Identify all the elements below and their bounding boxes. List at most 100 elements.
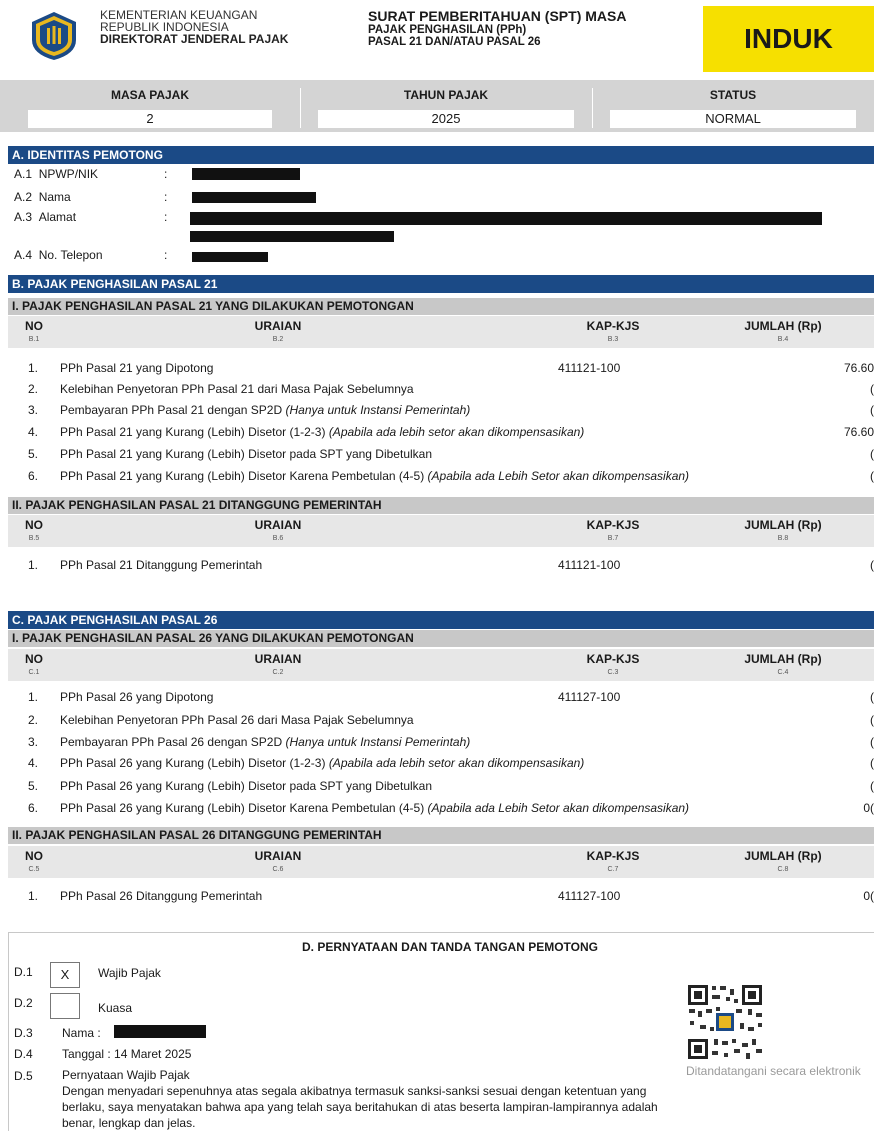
row-note: (Apabila ada lebih setor akan dikompensa… <box>328 756 585 770</box>
table-row: 5. PPh Pasal 21 yang Kurang (Lebih) Dise… <box>8 444 874 464</box>
header-no: NO <box>25 849 43 863</box>
table-header: NO URAIAN KAP-KJS JUMLAH (Rp) B.5 B.6 B.… <box>8 515 874 547</box>
tahun-pajak-group: TAHUN PAJAK 2025 <box>300 80 592 132</box>
row-amount: ( <box>870 403 874 417</box>
row-number: 3. <box>28 403 39 417</box>
row-kap: 411121-100 <box>558 558 621 572</box>
field-colon: : <box>164 248 168 262</box>
redacted-npwp <box>192 168 300 180</box>
row-note: (Apabila ada Lebih Setor akan dikompensa… <box>427 801 690 815</box>
field-code: A.3 <box>14 210 33 224</box>
table-row: 2. Kelebihan Penyetoran PPh Pasal 26 dar… <box>8 710 874 730</box>
code-no: C.1 <box>28 669 40 676</box>
header-jumlah: JUMLAH (Rp) <box>744 518 822 532</box>
redacted-telepon <box>192 252 268 262</box>
row-number: 4. <box>28 425 39 439</box>
row-number: 1. <box>28 558 39 572</box>
table-row: 1. PPh Pasal 21 yang Dipotong 411121-100… <box>8 358 874 378</box>
tahun-pajak-label: TAHUN PAJAK <box>403 88 489 102</box>
row-amount: ( <box>870 690 874 704</box>
row-description: PPh Pasal 26 yang Dipotong <box>60 690 214 704</box>
row-kap: 411127-100 <box>558 889 621 903</box>
row-kap: 411127-100 <box>558 690 621 704</box>
ministry-name: KEMENTERIAN KEUANGAN REPUBLIK INDONESIA … <box>100 9 288 45</box>
header-jumlah: JUMLAH (Rp) <box>744 319 822 333</box>
redacted-nama <box>192 192 316 203</box>
row-amount: ( <box>870 779 874 793</box>
section-b-part2-title: II. PAJAK PENGHASILAN PASAL 21 DITANGGUN… <box>8 497 874 514</box>
header-kap: KAP-KJS <box>586 652 640 666</box>
row-number: 1. <box>28 361 39 375</box>
field-colon: : <box>164 210 168 224</box>
row-description: PPh Pasal 21 yang Kurang (Lebih) Disetor… <box>60 425 329 439</box>
field-code: A.4 <box>14 248 33 262</box>
kuasa-label: Kuasa <box>98 1001 133 1015</box>
section-c-part1-title: I. PAJAK PENGHASILAN PASAL 26 YANG DILAK… <box>8 630 874 647</box>
code-no: B.5 <box>28 535 40 542</box>
row-description: PPh Pasal 26 Ditanggung Pemerintah <box>60 889 263 903</box>
wajib-pajak-checkbox[interactable]: X <box>50 962 80 988</box>
wajib-pajak-label: Wajib Pajak <box>98 966 161 980</box>
row-number: 1. <box>28 889 39 903</box>
table-header: NO URAIAN KAP-KJS JUMLAH (Rp) C.5 C.6 C.… <box>8 846 874 878</box>
table-row: 2. Kelebihan Penyetoran PPh Pasal 21 dar… <box>8 379 874 399</box>
row-number: 1. <box>28 690 39 704</box>
table-row: 1. PPh Pasal 26 yang Dipotong 411127-100… <box>8 687 874 707</box>
electronic-signature-note: Ditandatangani secara elektronik <box>686 1064 861 1078</box>
form-title-line-2: PAJAK PENGHASILAN (PPh) <box>368 24 527 36</box>
masa-pajak-value: 2 <box>28 110 272 128</box>
code-kap: B.3 <box>607 336 619 343</box>
row-description: PPh Pasal 26 yang Kurang (Lebih) Disetor… <box>60 801 428 815</box>
field-label: Alamat <box>38 210 77 224</box>
status-group: STATUS NORMAL <box>592 80 874 132</box>
table-row: 1. PPh Pasal 21 Ditanggung Pemerintah 41… <box>8 555 874 575</box>
code-uraian: B.6 <box>272 535 284 542</box>
row-amount: 0( <box>863 801 874 815</box>
table-row: 1. PPh Pasal 26 Ditanggung Pemerintah 41… <box>8 886 874 906</box>
table-row: 5. PPh Pasal 26 yang Kurang (Lebih) Dise… <box>8 776 874 796</box>
code-uraian: B.2 <box>272 336 284 343</box>
row-note: (Hanya untuk Instansi Pemerintah) <box>285 403 471 417</box>
table-row: 4. PPh Pasal 26 yang Kurang (Lebih) Dise… <box>8 753 874 773</box>
code-kap: C.3 <box>607 669 619 676</box>
header-jumlah: JUMLAH (Rp) <box>744 849 822 863</box>
row-note: (Apabila ada Lebih Setor akan dikompensa… <box>427 469 690 483</box>
table-row: 4. PPh Pasal 21 yang Kurang (Lebih) Dise… <box>8 422 874 442</box>
row-amount: ( <box>870 735 874 749</box>
kuasa-checkbox[interactable] <box>50 993 80 1019</box>
field-code: A.1 <box>14 167 33 181</box>
row-description: Pembayaran PPh Pasal 26 dengan SP2D <box>60 735 286 749</box>
row-description: PPh Pasal 21 yang Kurang (Lebih) Disetor… <box>60 447 433 461</box>
row-amount: ( <box>870 756 874 770</box>
form-title: SURAT PEMBERITAHUAN (SPT) MASA PAJAK PEN… <box>368 9 626 49</box>
table-header: NO URAIAN KAP-KJS JUMLAH (Rp) C.1 C.2 C.… <box>8 649 874 681</box>
section-c-part2-title: II. PAJAK PENGHASILAN PASAL 26 DITANGGUN… <box>8 827 874 844</box>
code-jumlah: B.8 <box>777 535 789 542</box>
d2-code: D.2 <box>14 996 33 1010</box>
redacted-alamat-line-2 <box>190 231 394 242</box>
status-label: STATUS <box>709 88 757 102</box>
row-description: Pembayaran PPh Pasal 21 dengan SP2D <box>60 403 286 417</box>
row-note: (Hanya untuk Instansi Pemerintah) <box>285 735 471 749</box>
row-amount: ( <box>870 558 874 572</box>
row-number: 2. <box>28 382 39 396</box>
row-number: 3. <box>28 735 39 749</box>
masa-pajak-label: MASA PAJAK <box>110 88 189 102</box>
row-number: 6. <box>28 469 39 483</box>
header-kap: KAP-KJS <box>586 319 640 333</box>
row-amount: ( <box>870 713 874 727</box>
code-uraian: C.2 <box>272 669 284 676</box>
ministry-line-3: DIREKTORAT JENDERAL PAJAK <box>100 32 289 46</box>
period-strip: MASA PAJAK 2 TAHUN PAJAK 2025 STATUS NOR… <box>0 80 874 132</box>
row-amount: 0( <box>863 889 874 903</box>
header-uraian: URAIAN <box>254 849 302 863</box>
header-uraian: URAIAN <box>254 518 302 532</box>
section-b-part1-title: I. PAJAK PENGHASILAN PASAL 21 YANG DILAK… <box>8 298 874 315</box>
redacted-alamat-line-1 <box>190 212 822 225</box>
field-colon: : <box>164 190 168 204</box>
form-title-line-3: PASAL 21 DAN/ATAU PASAL 26 <box>368 36 541 48</box>
header-no: NO <box>25 319 43 333</box>
tanggal-label: Tanggal : 14 Maret 2025 <box>62 1047 192 1061</box>
row-description: PPh Pasal 26 yang Kurang (Lebih) Disetor… <box>60 756 329 770</box>
table-header: NO URAIAN KAP-KJS JUMLAH (Rp) B.1 B.2 B.… <box>8 316 874 348</box>
